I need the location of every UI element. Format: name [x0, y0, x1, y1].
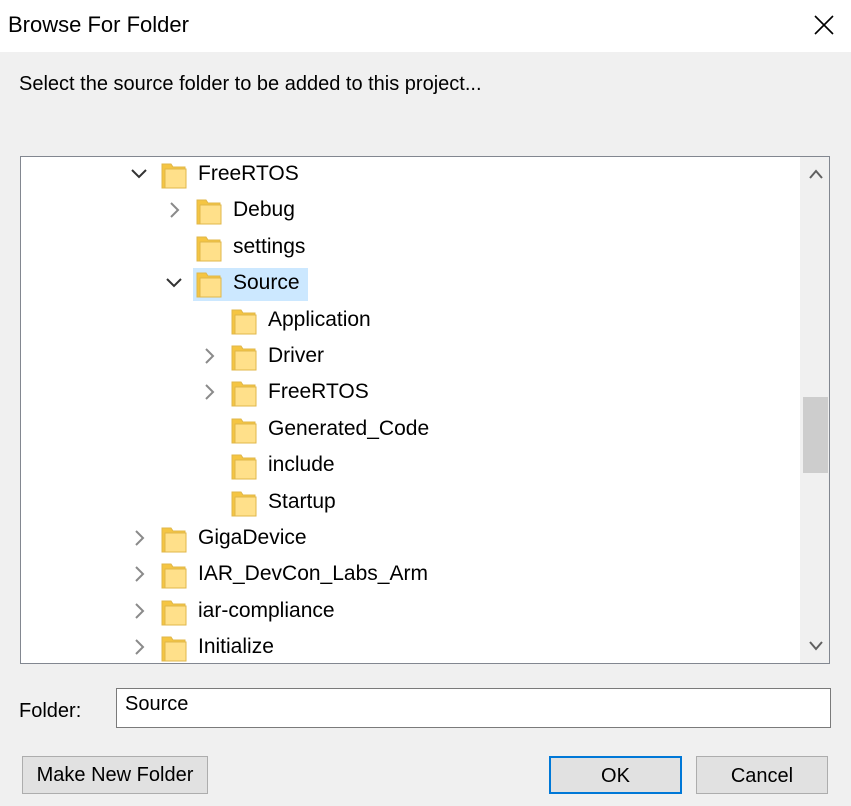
tree-item-label: Initialize — [198, 635, 274, 659]
title-bar: Browse For Folder — [0, 0, 851, 52]
ok-label: OK — [601, 764, 630, 787]
chevron-right-icon[interactable] — [129, 564, 149, 584]
tree-item[interactable]: iar-compliance — [21, 594, 781, 628]
chevron-down-icon[interactable] — [129, 164, 149, 184]
folder-tree-content: FreeRTOS Debug settings Source Application Dr… — [21, 157, 799, 663]
folder-icon — [231, 418, 257, 444]
folder-icon — [231, 454, 257, 480]
scroll-up-button[interactable] — [801, 159, 829, 189]
folder-icon — [161, 163, 187, 189]
tree-item[interactable]: include — [21, 448, 781, 482]
window-title: Browse For Folder — [8, 12, 189, 37]
dialog-prompt: Select the source folder to be added to … — [19, 73, 482, 95]
folder-icon — [231, 491, 257, 517]
chevron-right-icon[interactable] — [199, 382, 219, 402]
tree-item[interactable]: GigaDevice — [21, 521, 781, 555]
folder-tree[interactable]: FreeRTOS Debug settings Source Application Dr… — [20, 156, 830, 664]
chevron-up-icon — [808, 169, 823, 179]
scroll-thumb[interactable] — [803, 397, 828, 473]
chevron-right-icon[interactable] — [129, 601, 149, 621]
folder-icon — [161, 600, 187, 626]
tree-item[interactable]: Debug — [21, 193, 781, 227]
tree-item[interactable]: Source — [21, 266, 781, 300]
folder-icon — [231, 309, 257, 335]
close-button[interactable] — [797, 0, 851, 50]
ok-button[interactable]: OK — [549, 756, 682, 794]
tree-item[interactable]: settings — [21, 230, 781, 264]
tree-item-label: Startup — [268, 489, 336, 513]
tree-item-label: Source — [233, 271, 300, 295]
chevron-down-icon — [808, 641, 823, 651]
make-new-folder-button[interactable]: Make New Folder — [22, 756, 208, 794]
scroll-down-button[interactable] — [801, 631, 829, 661]
cancel-label: Cancel — [730, 764, 794, 787]
tree-item-label: GigaDevice — [198, 526, 307, 549]
chevron-right-icon[interactable] — [199, 346, 219, 366]
tree-item-label: Driver — [268, 344, 324, 367]
tree-item-label: FreeRTOS — [268, 380, 369, 404]
chevron-right-icon[interactable] — [129, 528, 149, 548]
tree-item-label: iar-compliance — [198, 598, 335, 622]
folder-field-label: Folder: — [19, 700, 82, 722]
chevron-right-icon[interactable] — [129, 637, 149, 657]
cancel-button[interactable]: Cancel — [696, 756, 828, 794]
tree-item[interactable]: FreeRTOS — [21, 375, 781, 409]
tree-item[interactable]: Application — [21, 303, 781, 337]
tree-item-label: Application — [268, 307, 371, 331]
folder-icon — [196, 236, 222, 262]
tree-item-label: IAR_DevCon_Labs_Arm — [198, 562, 428, 586]
tree-item[interactable]: Driver — [21, 339, 781, 373]
folder-input[interactable] — [116, 688, 831, 728]
tree-item[interactable]: Startup — [21, 485, 781, 519]
folder-icon — [161, 527, 187, 553]
folder-icon — [196, 272, 222, 298]
folder-icon — [196, 199, 222, 225]
folder-icon — [231, 345, 257, 371]
tree-item[interactable]: FreeRTOS — [21, 157, 781, 191]
make-new-folder-label: Make New Folder — [36, 763, 194, 786]
vertical-scrollbar[interactable] — [800, 157, 829, 663]
folder-icon — [161, 636, 187, 662]
chevron-down-icon[interactable] — [164, 273, 184, 293]
chevron-right-icon[interactable] — [164, 200, 184, 220]
tree-item-label: FreeRTOS — [198, 162, 299, 185]
tree-item[interactable]: IAR_DevCon_Labs_Arm — [21, 557, 781, 591]
folder-icon — [231, 381, 257, 407]
tree-item-label: settings — [233, 234, 306, 258]
tree-item-label: Generated_Code — [268, 416, 430, 440]
tree-item[interactable]: Initialize — [21, 630, 781, 663]
close-icon — [814, 15, 834, 35]
folder-icon — [161, 563, 187, 589]
tree-item-label: include — [268, 453, 335, 477]
tree-item[interactable]: Generated_Code — [21, 412, 781, 446]
tree-item-label: Debug — [233, 198, 295, 222]
